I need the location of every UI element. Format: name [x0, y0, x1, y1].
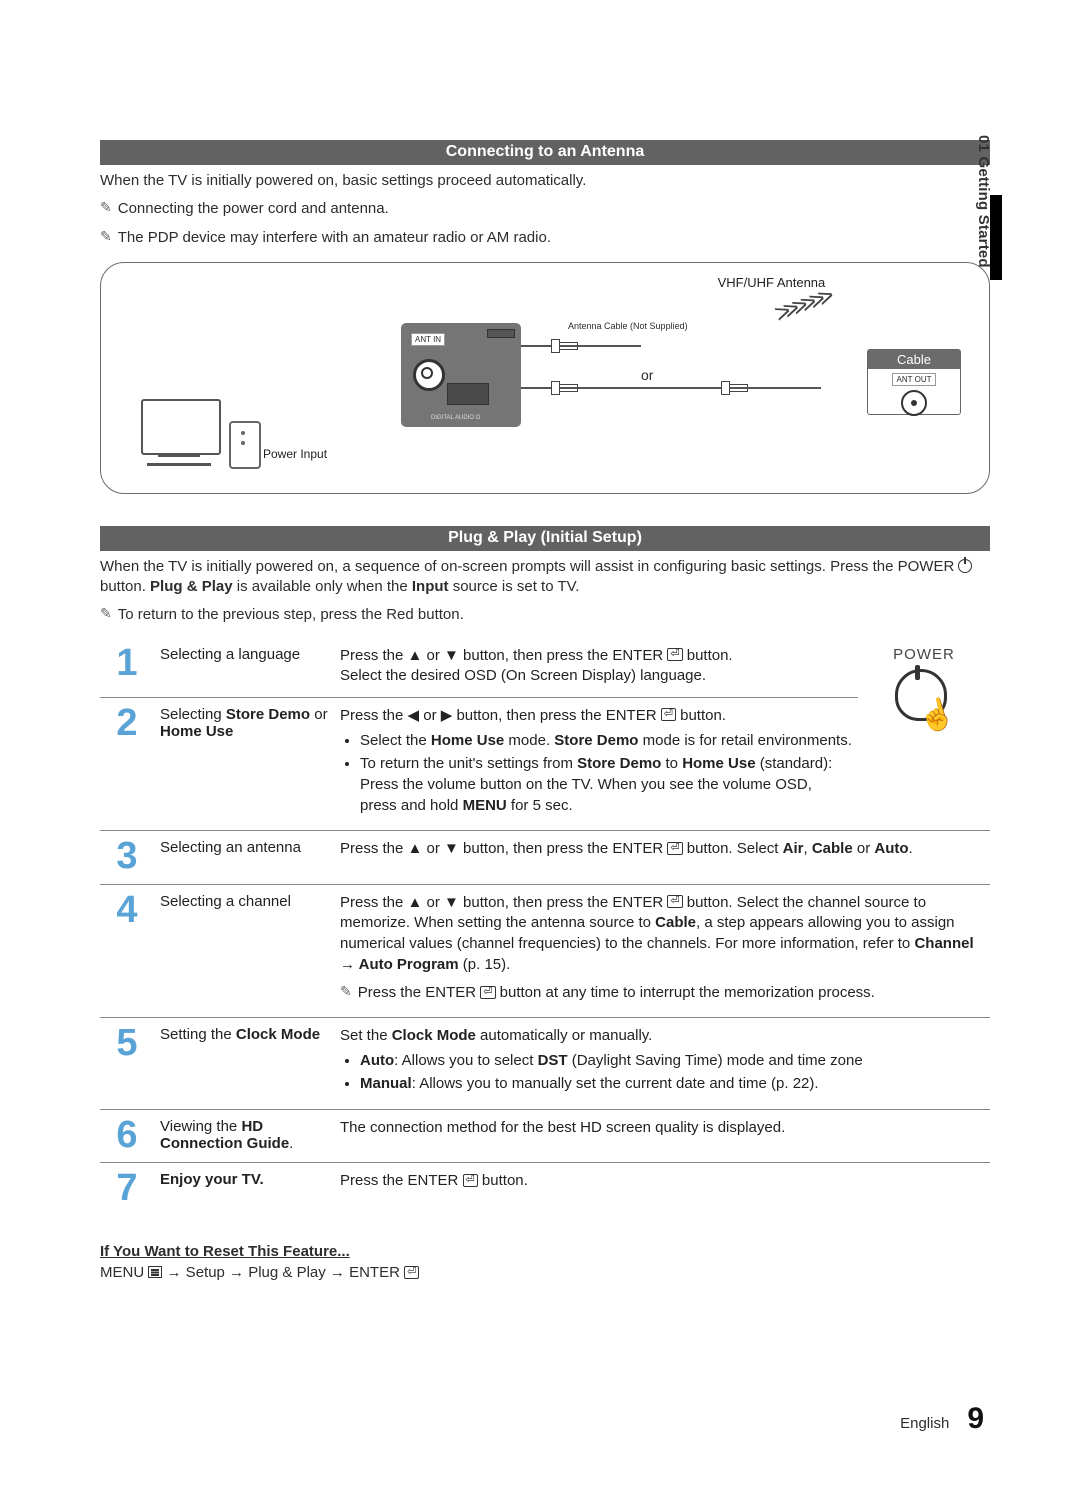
- enter-glyph-icon: ⏎: [667, 895, 682, 908]
- ant-in-label: ANT IN: [411, 333, 445, 346]
- manual-page: 01 Getting Started Connecting to an Ante…: [0, 0, 1080, 1494]
- coax-out-icon: [901, 390, 927, 416]
- note-row: ✎ The PDP device may interfere with an a…: [100, 228, 990, 248]
- connector-icon: [551, 381, 587, 395]
- coax-port-icon: [413, 359, 445, 391]
- step-title: Selecting Store Demo or Home Use: [154, 697, 334, 830]
- step-title: Enjoy your TV.: [154, 1163, 334, 1216]
- power-glyph-icon: [958, 559, 972, 573]
- power-plug-icon: [229, 421, 261, 469]
- thumb-index-marker: [990, 195, 1002, 280]
- step-title: Selecting an antenna: [154, 831, 334, 884]
- step-title: Selecting a language: [154, 638, 334, 698]
- step-title: Viewing the HD Connection Guide.: [154, 1110, 334, 1163]
- reset-path: MENU → Setup → Plug & Play → ENTER ⏎: [100, 1264, 990, 1281]
- footer-language: English: [900, 1415, 949, 1432]
- enter-glyph-icon: ⏎: [463, 1174, 478, 1187]
- antenna-cable-label: Antenna Cable (Not Supplied): [566, 321, 690, 331]
- step-row: 1Selecting a languagePress the ▲ or ▼ bu…: [100, 638, 990, 698]
- plugplay-intro: When the TV is initially powered on, a s…: [100, 557, 990, 598]
- step-row: 4Selecting a channelPress the ▲ or ▼ but…: [100, 884, 990, 1017]
- tv-rear-panel: ANT IN DIGITAL AUDIO O: [401, 323, 521, 427]
- connector-icon: [551, 339, 587, 353]
- step-row: 5Setting the Clock ModeSet the Clock Mod…: [100, 1017, 990, 1109]
- note-row: ✎ To return to the previous step, press …: [100, 605, 990, 625]
- page-number: 9: [967, 1402, 984, 1436]
- note-icon: ✎: [100, 606, 112, 621]
- step-title: Selecting a channel: [154, 884, 334, 1017]
- note-icon: ✎: [100, 229, 112, 244]
- step-description: Press the ENTER ⏎ button.: [334, 1163, 990, 1216]
- step-description: Press the ▲ or ▼ button, then press the …: [334, 884, 990, 1017]
- antenna-icon: VHF/UHF Antenna >>>>>>: [714, 275, 829, 321]
- step-description: Press the ◀ or ▶ button, then press the …: [334, 697, 858, 830]
- step-description: Press the ▲ or ▼ button, then press the …: [334, 831, 990, 884]
- note-icon: ✎: [100, 200, 112, 215]
- reset-heading: If You Want to Reset This Feature...: [100, 1243, 990, 1260]
- step-row: 3Selecting an antennaPress the ▲ or ▼ bu…: [100, 831, 990, 884]
- step-description: Press the ▲ or ▼ button, then press the …: [334, 638, 858, 698]
- step-row: 7Enjoy your TV.Press the ENTER ⏎ button.: [100, 1163, 990, 1216]
- ant-out-label: ANT OUT: [892, 373, 937, 386]
- intro-part: source is set to TV.: [453, 578, 580, 595]
- power-button-icon: ☝: [891, 669, 957, 735]
- intro-input: Input: [412, 578, 449, 595]
- note-text: Connecting the power cord and antenna.: [118, 199, 389, 219]
- step-number: 6: [100, 1110, 154, 1163]
- section-heading-plugplay: Plug & Play (Initial Setup): [100, 526, 990, 551]
- step-row: 6Viewing the HD Connection Guide.The con…: [100, 1110, 990, 1163]
- step-number: 4: [100, 884, 154, 1017]
- step-number: 7: [100, 1163, 154, 1216]
- enter-glyph-icon: ⏎: [661, 708, 676, 721]
- step-number: 1: [100, 638, 154, 698]
- note-row: ✎ Connecting the power cord and antenna.: [100, 199, 990, 219]
- note-text: The PDP device may interfere with an ama…: [118, 228, 551, 248]
- reset-part: MENU: [100, 1264, 148, 1281]
- cable-box: Cable ANT OUT: [867, 349, 961, 415]
- or-label: or: [641, 367, 653, 383]
- steps-table: 1Selecting a languagePress the ▲ or ▼ bu…: [100, 638, 990, 1216]
- step-number: 5: [100, 1017, 154, 1109]
- antenna-intro: When the TV is initially powered on, bas…: [100, 171, 990, 191]
- enter-glyph-icon: ⏎: [404, 1266, 419, 1279]
- intro-part: When the TV is initially powered on, a s…: [100, 558, 958, 575]
- intro-bold: Plug & Play: [150, 578, 233, 595]
- step-row: 2Selecting Store Demo or Home UsePress t…: [100, 697, 990, 830]
- step-number: 2: [100, 697, 154, 830]
- cable-caption: Cable: [868, 350, 960, 369]
- enter-glyph-icon: ⏎: [667, 842, 682, 855]
- step-description: Set the Clock Mode automatically or manu…: [334, 1017, 990, 1109]
- section-heading-antenna: Connecting to an Antenna: [100, 140, 990, 165]
- remote-illustration: POWER ☝: [858, 638, 990, 831]
- antenna-diagram: Power Input ANT IN DIGITAL AUDIO O VHF/U…: [100, 262, 990, 494]
- enter-glyph-icon: ⏎: [667, 648, 682, 661]
- step-title: Setting the Clock Mode: [154, 1017, 334, 1109]
- intro-part: is available only when the: [237, 578, 412, 595]
- step-number: 3: [100, 831, 154, 884]
- menu-glyph-icon: [148, 1266, 162, 1278]
- power-input-label: Power Input: [263, 447, 327, 461]
- digital-audio-label: DIGITAL AUDIO O: [431, 415, 480, 421]
- step-description: The connection method for the best HD sc…: [334, 1110, 990, 1163]
- reset-part: → Setup → Plug & Play → ENTER: [167, 1264, 405, 1281]
- enter-glyph-icon: ⏎: [480, 986, 495, 999]
- page-footer: English 9: [900, 1402, 984, 1436]
- tv-icon: [129, 399, 229, 475]
- remote-power-label: POWER: [864, 646, 984, 663]
- intro-part: button.: [100, 578, 150, 595]
- cable-line: [741, 387, 821, 389]
- note-text: To return to the previous step, press th…: [118, 605, 464, 625]
